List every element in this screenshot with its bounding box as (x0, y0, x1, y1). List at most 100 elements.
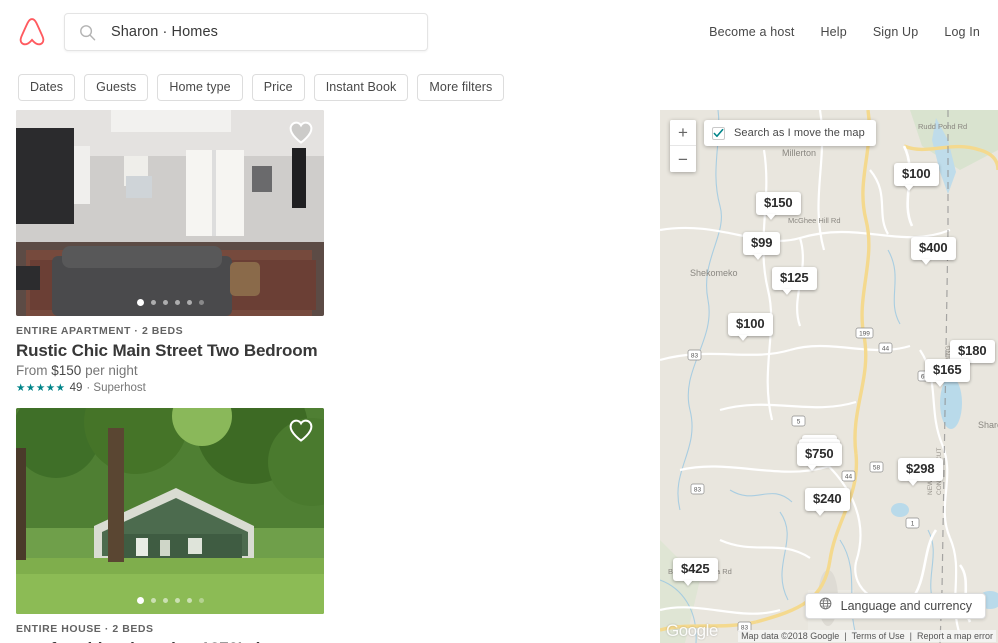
filter-more-filters[interactable]: More filters (417, 73, 505, 101)
carousel-dot[interactable] (198, 598, 204, 604)
map-marker-tail (908, 480, 918, 487)
map-route-shield: 199 (855, 327, 874, 339)
map-price-marker[interactable]: $425 (673, 558, 718, 587)
map-panel[interactable]: 1994483615584483134383418144 MillertonSh… (660, 110, 998, 643)
svg-text:44: 44 (845, 474, 853, 481)
map-price-marker[interactable]: $100 (728, 313, 773, 342)
filter-price[interactable]: Price (251, 73, 305, 101)
search-results-grid: ENTIRE APARTMENT · 2 BEDS Rustic Chic Ma… (0, 110, 660, 643)
language-and-currency-button[interactable]: Language and currency (804, 593, 986, 619)
map-route-shield: 83 (690, 483, 705, 495)
search-input-value[interactable]: Sharon · Homes (111, 24, 218, 40)
header-nav: Become a host Help Sign Up Log In (709, 0, 980, 64)
map-route-shield: 44 (878, 342, 893, 354)
carousel-dot[interactable] (150, 300, 156, 305)
map-price-marker[interactable]: $99 (743, 232, 781, 261)
map-price-label: $125 (772, 267, 817, 291)
svg-text:5: 5 (797, 419, 801, 426)
filter-dates[interactable]: Dates (18, 73, 76, 101)
price-amount: $150 (51, 363, 82, 379)
carousel-dot[interactable] (174, 300, 180, 305)
map-route-shield: 83 (687, 349, 702, 361)
map-route-shield: 58 (869, 461, 884, 473)
map-price-label: $425 (673, 558, 718, 582)
map-price-label: $99 (743, 232, 781, 256)
globe-icon (819, 597, 832, 615)
heart-outline-icon[interactable] (288, 418, 314, 442)
map-place-label: Millerton (782, 148, 816, 158)
listing-photo[interactable] (16, 110, 324, 316)
filter-bar: Dates Guests Home type Price Instant Boo… (0, 64, 998, 110)
map-price-label: $100 (894, 163, 939, 187)
google-watermark: Google (666, 621, 718, 640)
listing-info: ENTIRE APARTMENT · 2 BEDS Rustic Chic Ma… (16, 316, 324, 394)
search-as-i-move-toggle[interactable]: Search as I move the map (704, 120, 876, 146)
map-zoom-out-button[interactable]: − (670, 146, 696, 172)
carousel-dot[interactable] (150, 598, 156, 604)
airbnb-belo-logo[interactable] (16, 15, 48, 49)
listing-title[interactable]: Rustic Chic Main Street Two Bedroom (16, 340, 324, 361)
map-marker-tail (753, 254, 763, 261)
map-zoom-in-button[interactable]: + (670, 120, 696, 146)
map-price-marker[interactable]: $100 (894, 163, 939, 192)
carousel-dot[interactable] (174, 598, 180, 604)
map-price-label: $298 (898, 458, 943, 482)
map-route-shield: 5 (791, 415, 806, 427)
language-and-currency-label: Language and currency (840, 599, 972, 613)
photo-carousel-dots (16, 299, 324, 306)
map-price-marker[interactable]: $750 (797, 434, 842, 472)
filter-guests[interactable]: Guests (84, 73, 149, 101)
carousel-dot[interactable] (198, 300, 204, 305)
map-price-marker[interactable]: $240 (805, 488, 850, 517)
listing-card[interactable]: ENTIRE HOUSE · 2 BEDS comfortable, charm… (16, 408, 324, 643)
map-price-label: $150 (756, 192, 801, 216)
listing-title[interactable]: comfortable, charming 1870's home (16, 638, 324, 643)
map-marker-tail (738, 335, 748, 342)
photo-carousel-dots (16, 597, 324, 605)
report-map-error-link[interactable]: Report a map error (917, 631, 993, 641)
filter-instant-book[interactable]: Instant Book (313, 73, 409, 101)
listing-rating: ★★★★★ 49 · Superhost (16, 382, 324, 394)
search-as-i-move-label: Search as I move the map (734, 127, 865, 139)
carousel-dot[interactable] (162, 598, 168, 604)
listing-photo[interactable] (16, 408, 324, 615)
map-price-marker[interactable]: $150 (756, 192, 801, 221)
site-header: Sharon · Homes Become a host Help Sign U… (0, 0, 998, 64)
listing-photo-image (16, 408, 324, 615)
map-marker-tail (807, 465, 817, 472)
map-place-label: McGhee Hill Rd (788, 216, 841, 225)
map-place-label: Rudd Pond Rd (918, 122, 967, 131)
map-price-label: $165 (925, 359, 970, 383)
nav-help[interactable]: Help (821, 25, 847, 39)
search-as-i-move-checkbox[interactable] (712, 126, 725, 140)
carousel-dot[interactable] (186, 598, 192, 604)
nav-become-a-host[interactable]: Become a host (709, 25, 794, 39)
svg-text:1: 1 (911, 521, 915, 528)
svg-text:199: 199 (859, 331, 870, 338)
map-place-label: Shekomeko (690, 268, 738, 278)
listing-price: From $150 per night (16, 363, 324, 378)
nav-sign-up[interactable]: Sign Up (873, 25, 919, 39)
svg-text:44: 44 (882, 346, 890, 353)
heart-outline-icon[interactable] (288, 120, 314, 144)
terms-of-use-link[interactable]: Terms of Use (852, 631, 905, 641)
map-marker-tail (766, 214, 776, 221)
map-price-label: $750 (797, 443, 842, 467)
map-price-marker[interactable]: $125 (772, 267, 817, 296)
star-rating-icon: ★★★★★ (16, 382, 66, 394)
carousel-dot[interactable] (186, 300, 192, 305)
map-price-marker[interactable]: $165 (925, 359, 970, 388)
listing-card[interactable]: ENTIRE APARTMENT · 2 BEDS Rustic Chic Ma… (16, 110, 324, 394)
map-price-marker[interactable]: $400 (911, 237, 956, 266)
carousel-dot[interactable] (136, 299, 144, 306)
price-suffix: per night (85, 363, 138, 379)
map-price-marker[interactable]: $298 (898, 458, 943, 487)
carousel-dot[interactable] (136, 597, 144, 605)
carousel-dot[interactable] (162, 300, 168, 305)
search-box[interactable]: Sharon · Homes (64, 13, 428, 51)
nav-log-in[interactable]: Log In (944, 25, 980, 39)
map-marker-tail (921, 259, 931, 266)
listing-info: ENTIRE HOUSE · 2 BEDS comfortable, charm… (16, 614, 324, 643)
checkmark-icon (713, 128, 724, 137)
filter-home-type[interactable]: Home type (157, 73, 243, 101)
